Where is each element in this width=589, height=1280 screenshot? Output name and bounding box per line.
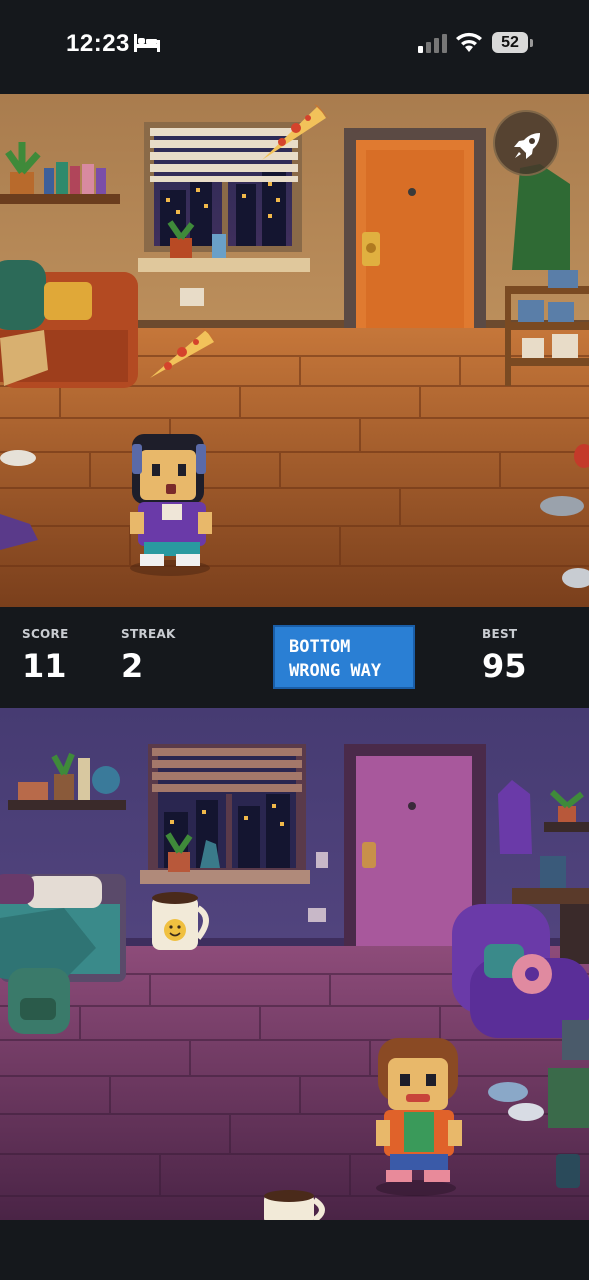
status-banner: BOTTOM WRONG WAY xyxy=(273,625,415,689)
boost-button[interactable] xyxy=(493,110,559,176)
streak-value: 2 xyxy=(121,647,144,685)
banner-line-2: WRONG WAY xyxy=(289,661,382,681)
score-hud: SCORE 11 STREAK 2 BOTTOM WRONG WAY BEST … xyxy=(0,607,589,708)
best-label: BEST xyxy=(482,627,518,641)
player-character-top xyxy=(130,434,212,576)
status-bar: 12:23 52 xyxy=(0,0,589,94)
bottom-room-art xyxy=(0,708,589,1220)
best-value: 95 xyxy=(482,647,527,685)
top-room-scene[interactable] xyxy=(0,94,589,607)
battery-icon: 52 xyxy=(492,32,528,53)
score-label: SCORE xyxy=(22,627,69,641)
top-room-art xyxy=(0,94,589,607)
battery-nub xyxy=(530,39,533,47)
streak-label: STREAK xyxy=(121,627,176,641)
rocket-icon xyxy=(514,133,540,159)
bed-icon xyxy=(134,34,160,52)
banner-line-1: BOTTOM xyxy=(289,637,351,657)
score-value: 11 xyxy=(22,647,67,685)
bottom-room-scene[interactable] xyxy=(0,708,589,1220)
signal-icon xyxy=(418,34,447,53)
wifi-icon xyxy=(456,32,482,52)
status-time: 12:23 xyxy=(66,30,130,57)
